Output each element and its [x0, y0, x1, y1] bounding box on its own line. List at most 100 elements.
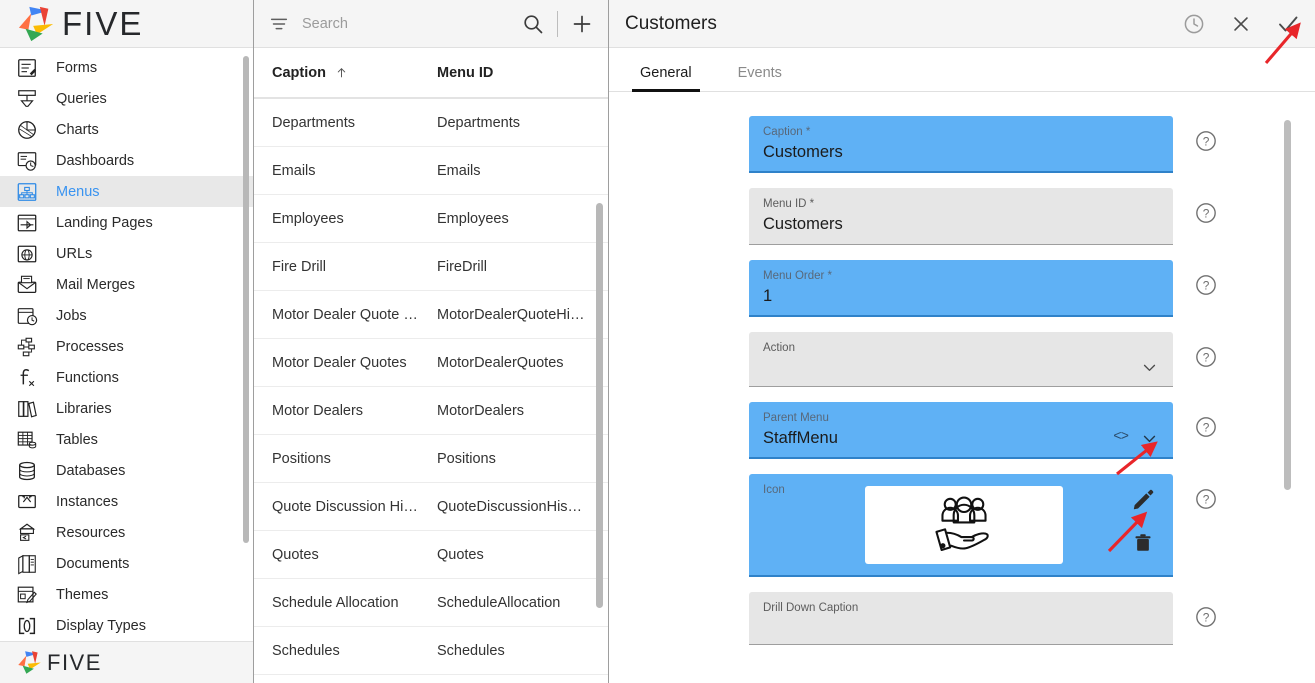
- help-circle-icon[interactable]: ?: [1195, 130, 1217, 152]
- cell-caption: Quote Discussion Hi…: [272, 498, 418, 515]
- help-circle-icon[interactable]: ?: [1195, 202, 1217, 224]
- help-circle-icon[interactable]: ?: [1195, 416, 1217, 438]
- sidebar-item-landing-pages[interactable]: Landing Pages: [0, 207, 253, 238]
- plus-icon[interactable]: [570, 12, 594, 36]
- table-row[interactable]: Quote Discussion Hi… QuoteDiscussionHis…: [254, 483, 608, 531]
- cell-menu-id: MotorDealers: [437, 402, 525, 419]
- svg-text:?: ?: [1203, 135, 1210, 149]
- icon-field[interactable]: Icon: [749, 474, 1173, 577]
- sidebar-footer: FIVE: [0, 641, 253, 683]
- table-row[interactable]: Motor Dealer Quote … MotorDealerQuoteHi…: [254, 291, 608, 339]
- chevron-down-icon[interactable]: [1141, 359, 1158, 376]
- sidebar-item-label: Landing Pages: [56, 214, 153, 231]
- sidebar-item-documents[interactable]: Documents: [0, 548, 253, 579]
- column-header-caption[interactable]: Caption: [272, 65, 437, 81]
- parent-menu-field-label: Parent Menu: [763, 412, 829, 424]
- menu-order-field-value: 1: [763, 287, 773, 305]
- sidebar-item-instances[interactable]: Instances: [0, 486, 253, 517]
- table-row[interactable]: Employees Employees: [254, 195, 608, 243]
- cell-menu-id: MotorDealerQuotes: [437, 354, 564, 371]
- list-rows-scroll: Departments Departments Emails Emails Employ…: [254, 99, 608, 683]
- parent-menu-field[interactable]: Parent Menu StaffMenu <>: [749, 402, 1173, 459]
- table-row[interactable]: Departments Departments: [254, 99, 608, 147]
- sidebar-item-mail-merges[interactable]: Mail Merges: [0, 269, 253, 300]
- table-row[interactable]: Motor Dealer Quotes MotorDealerQuotes: [254, 339, 608, 387]
- cell-caption: Employees: [272, 210, 344, 227]
- caption-field[interactable]: Caption * Customers: [749, 116, 1173, 173]
- table-row[interactable]: Schedule Allocation ScheduleAllocation: [254, 579, 608, 627]
- confirm-check-icon[interactable]: [1275, 11, 1301, 37]
- edit-pencil-icon[interactable]: [1131, 488, 1155, 512]
- table-row[interactable]: Schedules Schedules: [254, 627, 608, 675]
- cell-menu-id: Schedules: [437, 642, 505, 659]
- sidebar-item-queries[interactable]: Queries: [0, 83, 253, 114]
- sidebar-item-dashboards[interactable]: Dashboards: [0, 145, 253, 176]
- column-header-menu-id[interactable]: Menu ID: [437, 65, 602, 81]
- cell-menu-id: FireDrill: [437, 258, 487, 275]
- sidebar-item-label: Documents: [56, 555, 130, 572]
- help-circle-icon[interactable]: ?: [1195, 346, 1217, 368]
- tab-general[interactable]: General: [632, 65, 700, 92]
- cell-menu-id: QuoteDiscussionHis…: [437, 498, 583, 515]
- search-input[interactable]: [302, 15, 521, 32]
- cell-menu-id: Positions: [437, 450, 496, 467]
- sidebar-item-tables[interactable]: Tables: [0, 424, 253, 455]
- tab-events[interactable]: Events: [730, 65, 790, 91]
- sidebar-item-urls[interactable]: URLs: [0, 238, 253, 269]
- drill-down-caption-label: Drill Down Caption: [763, 602, 859, 614]
- sidebar-item-databases[interactable]: Databases: [0, 455, 253, 486]
- sidebar-item-label: Processes: [56, 338, 124, 355]
- parent-menu-field-value: StaffMenu: [763, 429, 838, 447]
- svg-text:?: ?: [1203, 421, 1210, 435]
- detail-panel: Customers General Events Caption * Custo…: [609, 0, 1315, 683]
- table-row[interactable]: Fire Drill FireDrill: [254, 243, 608, 291]
- sidebar: FIVE Forms Queries Charts Dashboards Menus La…: [0, 0, 254, 683]
- help-circle-icon[interactable]: ?: [1195, 606, 1217, 628]
- field-row-menu-id: Menu ID * Customers ?: [609, 188, 1315, 245]
- drill-down-caption-field[interactable]: Drill Down Caption: [749, 592, 1173, 645]
- menu-order-field-label: Menu Order *: [763, 270, 833, 282]
- code-brackets-icon[interactable]: <>: [1113, 429, 1129, 445]
- sidebar-item-label: Dashboards: [56, 152, 135, 169]
- resources-icon: [14, 520, 40, 546]
- search-icon[interactable]: [521, 12, 545, 36]
- sidebar-item-display-types[interactable]: Display Types: [0, 610, 253, 641]
- history-icon[interactable]: [1181, 11, 1207, 37]
- menu-order-field[interactable]: Menu Order * 1: [749, 260, 1173, 317]
- sidebar-item-processes[interactable]: Processes: [0, 331, 253, 362]
- filter-icon[interactable]: [268, 13, 290, 35]
- list-scrollbar[interactable]: [596, 203, 603, 608]
- menu-id-field-label: Menu ID *: [763, 198, 815, 210]
- chevron-down-icon[interactable]: [1141, 430, 1158, 447]
- sidebar-item-resources[interactable]: Resources: [0, 517, 253, 548]
- help-circle-icon[interactable]: ?: [1195, 488, 1217, 510]
- cell-caption: Quotes: [272, 546, 319, 563]
- sidebar-item-jobs[interactable]: Jobs: [0, 300, 253, 331]
- sidebar-item-label: Queries: [56, 90, 107, 107]
- sidebar-item-charts[interactable]: Charts: [0, 114, 253, 145]
- action-select[interactable]: Action: [749, 332, 1173, 387]
- table-row[interactable]: Motor Dealers MotorDealers: [254, 387, 608, 435]
- brand-logo-bar: FIVE: [0, 0, 253, 48]
- cell-menu-id: Employees: [437, 210, 509, 227]
- sidebar-item-menus[interactable]: Menus: [0, 176, 253, 207]
- sidebar-item-functions[interactable]: Functions: [0, 362, 253, 393]
- form-scrollbar[interactable]: [1284, 120, 1291, 490]
- close-icon[interactable]: [1228, 11, 1254, 37]
- processes-icon: [14, 334, 40, 360]
- sidebar-scrollbar[interactable]: [243, 56, 249, 543]
- action-select-label: Action: [763, 342, 795, 354]
- help-circle-icon[interactable]: ?: [1195, 274, 1217, 296]
- sidebar-item-libraries[interactable]: Libraries: [0, 393, 253, 424]
- cell-caption: Departments: [272, 114, 356, 131]
- table-row[interactable]: Emails Emails: [254, 147, 608, 195]
- menu-id-field[interactable]: Menu ID * Customers: [749, 188, 1173, 245]
- delete-trash-icon[interactable]: [1132, 532, 1154, 554]
- cell-menu-id: MotorDealerQuoteHi…: [437, 306, 585, 323]
- table-row[interactable]: Quotes Quotes: [254, 531, 608, 579]
- instances-icon: [14, 489, 40, 515]
- table-row[interactable]: Positions Positions: [254, 435, 608, 483]
- sidebar-item-themes[interactable]: Themes: [0, 579, 253, 610]
- sidebar-item-forms[interactable]: Forms: [0, 52, 253, 83]
- icon-preview[interactable]: [865, 486, 1063, 564]
